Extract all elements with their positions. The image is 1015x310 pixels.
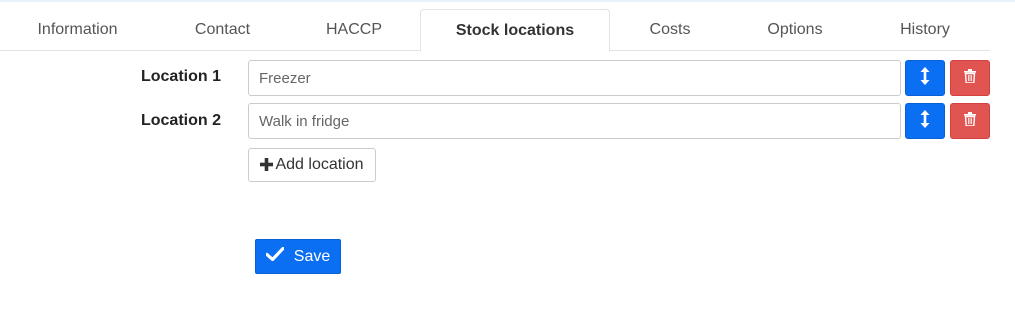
vertical-arrows-icon (920, 109, 930, 133)
checkmark-icon (265, 246, 294, 266)
save-button[interactable]: Save (255, 239, 341, 274)
plus-icon (260, 156, 274, 174)
location-1-input[interactable] (248, 60, 901, 96)
location-1-label: Location 1 (140, 68, 221, 85)
save-label: Save (293, 247, 331, 265)
tab-history[interactable]: History (860, 9, 990, 51)
location-2-input[interactable] (248, 103, 901, 139)
vertical-arrows-icon (920, 66, 930, 90)
tab-options[interactable]: Options (730, 9, 860, 51)
tab-stock-locations[interactable]: Stock locations (420, 9, 610, 52)
location-1-delete-button[interactable] (950, 60, 990, 96)
location-2-move-button[interactable] (905, 103, 945, 139)
tab-information[interactable]: Information (0, 9, 155, 51)
trash-icon (964, 68, 976, 88)
tab-costs[interactable]: Costs (610, 9, 730, 51)
location-2-delete-button[interactable] (950, 103, 990, 139)
location-1-move-button[interactable] (905, 60, 945, 96)
tab-contact[interactable]: Contact (155, 9, 290, 51)
trash-icon (964, 111, 976, 131)
location-2-label: Location 2 (140, 112, 221, 129)
tab-haccp[interactable]: HACCP (290, 9, 418, 51)
add-location-label: Add location (275, 156, 364, 173)
tab-bar: Information Contact HACCP Stock location… (0, 9, 990, 52)
add-location-button[interactable]: Add location (248, 148, 376, 182)
top-accent-line (0, 0, 1015, 2)
